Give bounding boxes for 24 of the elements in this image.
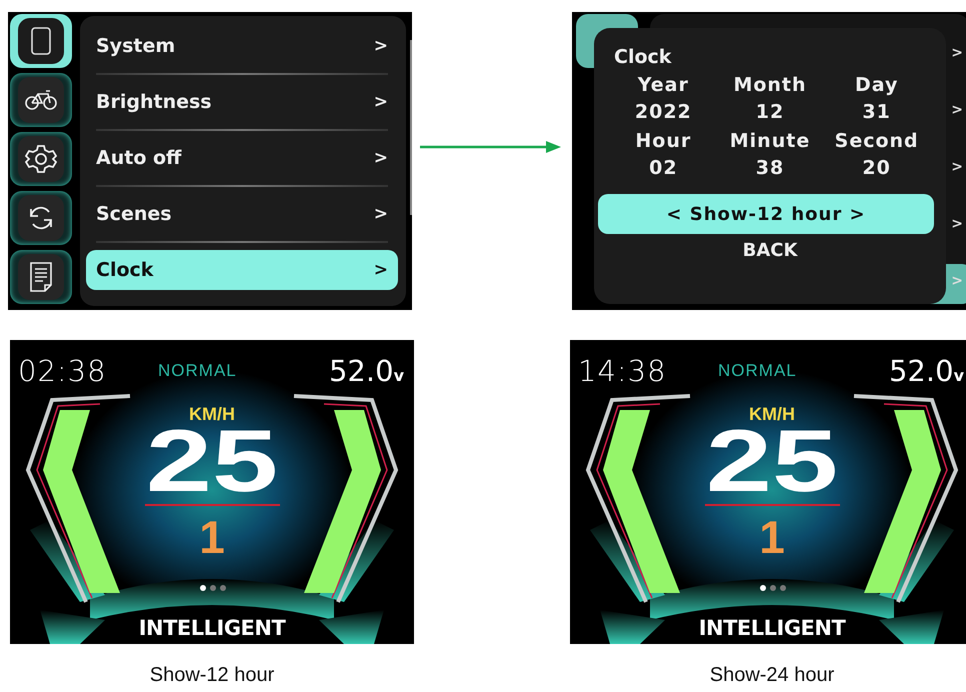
clock-time: 02:38 <box>18 354 107 388</box>
mode-label: NORMAL <box>718 361 797 381</box>
menu-arrow: > <box>951 101 963 120</box>
caption: Show-24 hour <box>710 664 834 687</box>
assist-level: 1 <box>758 510 786 564</box>
clock-time: 14:38 <box>578 354 667 388</box>
voltage-reading: 52.0v <box>888 354 964 388</box>
menu-arrow: > <box>951 44 963 63</box>
menu-arrow: > <box>951 215 963 234</box>
field-label: Minute <box>730 129 810 154</box>
menu-arrow: > <box>951 158 963 177</box>
field-label: Year <box>638 73 689 98</box>
assist-mode: INTELLIGENT <box>698 616 847 640</box>
field-label: Hour <box>635 129 692 154</box>
assist-mode: INTELLIGENT <box>138 616 287 640</box>
caption: Show-12 hour <box>150 664 274 687</box>
field-label: Day <box>854 73 898 98</box>
menu-arrow: > <box>951 272 963 291</box>
field-label: Month <box>733 73 807 98</box>
field-label: Second <box>834 129 919 154</box>
mode-label: NORMAL <box>158 361 237 381</box>
dialog-title: Clock <box>614 46 672 68</box>
assist-level: 1 <box>198 510 226 564</box>
voltage-reading: 52.0v <box>328 354 404 388</box>
